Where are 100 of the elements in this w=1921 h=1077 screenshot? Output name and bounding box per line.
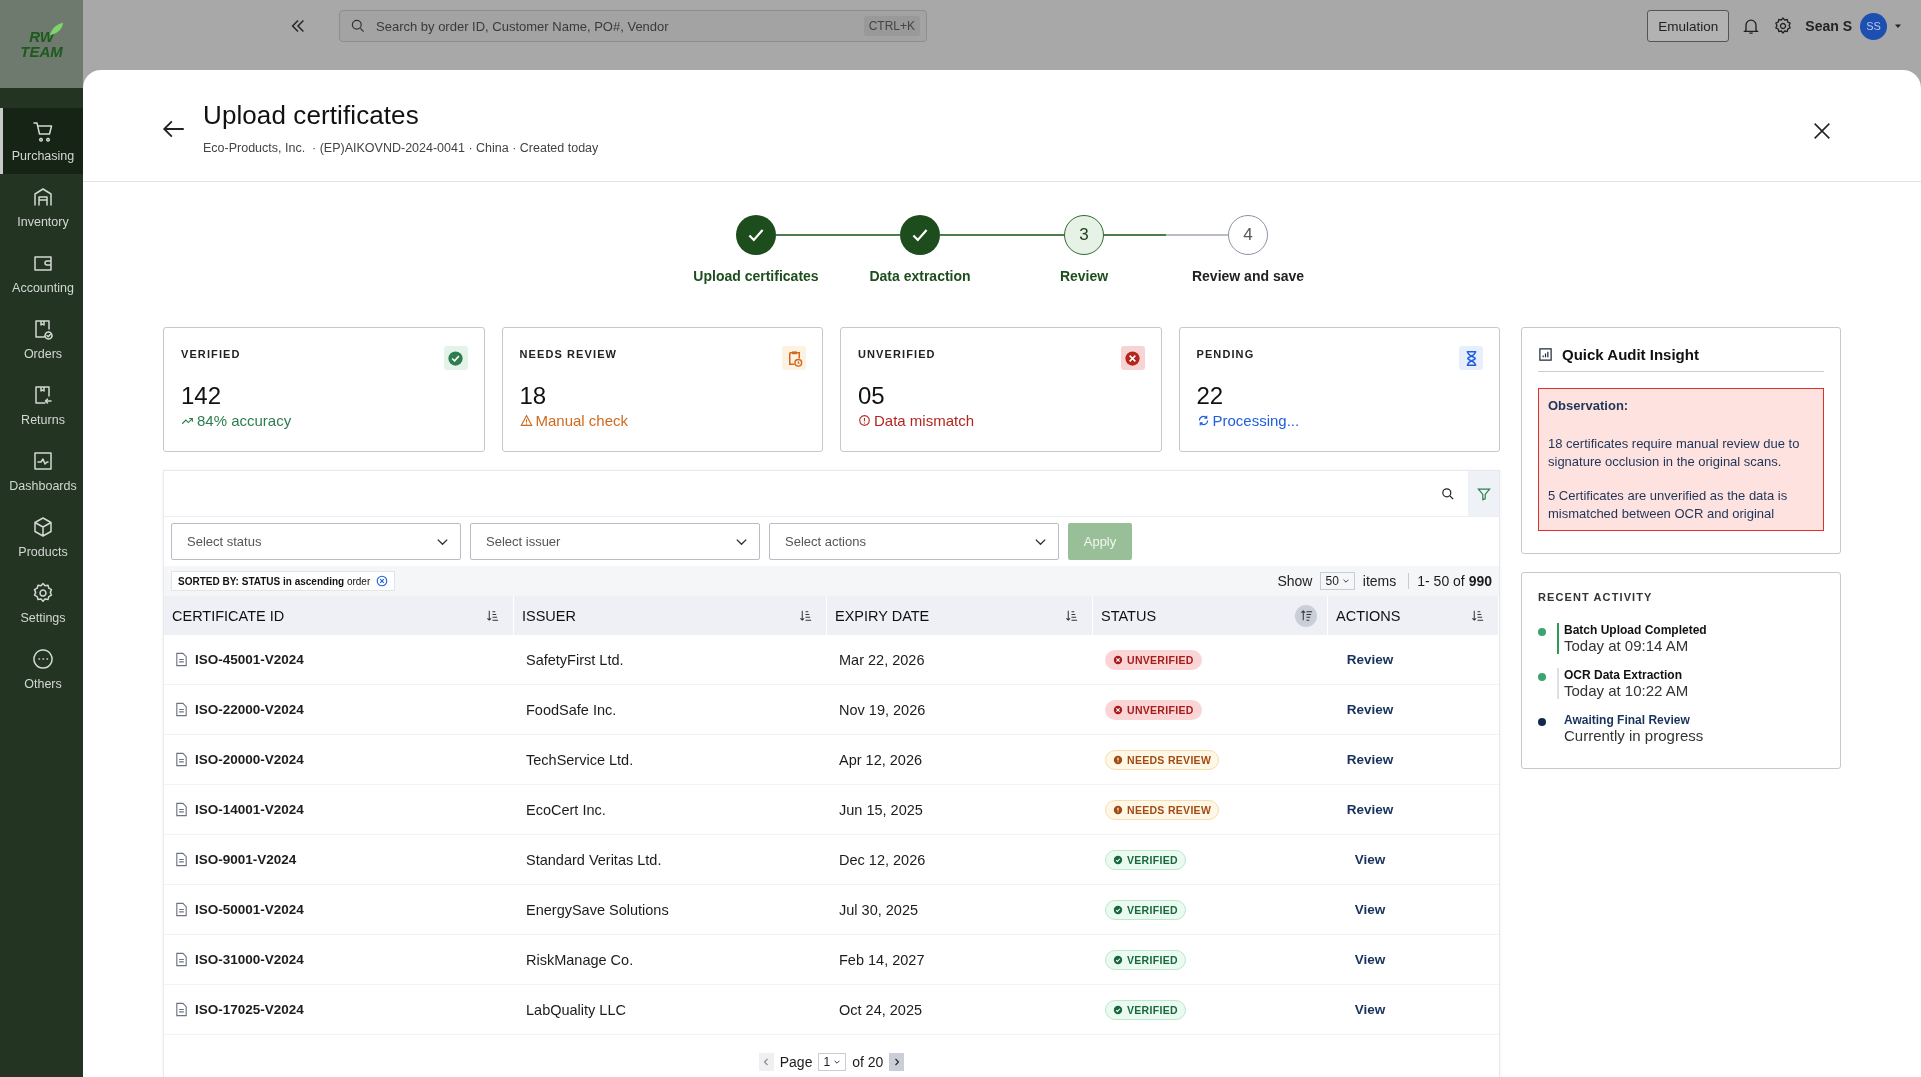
- user-name[interactable]: Sean S: [1805, 18, 1852, 34]
- table-cell: Jul 30, 2025: [839, 901, 918, 918]
- shortcut-hint: CTRL+K: [863, 16, 920, 36]
- document-icon: [174, 952, 189, 967]
- page-size-select[interactable]: 50: [1320, 572, 1355, 590]
- certificate-id: ISO-9001-V2024: [195, 852, 297, 867]
- sync-icon: [1196, 414, 1210, 427]
- activity-time: Currently in progress: [1564, 727, 1704, 744]
- sidebar-item[interactable]: Products: [0, 504, 83, 570]
- column-header[interactable]: EXPIRY DATE: [835, 607, 930, 624]
- row-action-link[interactable]: View: [1328, 952, 1412, 967]
- column-header[interactable]: CERTIFICATE ID: [172, 607, 285, 624]
- sidebar-item[interactable]: Accounting: [0, 240, 83, 306]
- search-input[interactable]: Search by order ID, Customer Name, PO#, Vendor: [374, 17, 856, 35]
- hourglass-icon: [1459, 346, 1483, 370]
- card-value: 05: [858, 382, 886, 410]
- certificate-id: ISO-45001-V2024: [195, 652, 304, 667]
- close-icon[interactable]: [1811, 120, 1833, 142]
- card-value: 142: [181, 382, 223, 410]
- page-size-label: items: [1362, 573, 1397, 589]
- row-action-link[interactable]: Review: [1328, 752, 1412, 767]
- sort-label: SORTED BY: STATUS in ascending order: [178, 575, 371, 587]
- table-cell: Apr 12, 2026: [839, 751, 923, 768]
- table-cell: Mar 22, 2026: [839, 651, 925, 668]
- emulation-button[interactable]: Emulation: [1647, 10, 1730, 42]
- card-title: VERIFIED: [181, 348, 241, 360]
- row-action-link[interactable]: View: [1328, 1002, 1412, 1017]
- page-label: Page: [779, 1054, 813, 1070]
- user-avatar[interactable]: SS: [1860, 12, 1887, 40]
- clipboard-clock-icon: [782, 346, 806, 370]
- filter-dropdown[interactable]: Select status: [171, 523, 461, 560]
- sort-icon[interactable]: [1295, 604, 1317, 627]
- step-label: Review and save: [1191, 268, 1305, 284]
- chart-icon: [31, 449, 55, 473]
- row-action-link[interactable]: Review: [1328, 652, 1412, 667]
- certificate-id: ISO-17025-V2024: [195, 1002, 304, 1017]
- sidebar-item[interactable]: Purchasing: [0, 108, 83, 174]
- chevron-down-icon: [1341, 577, 1350, 585]
- status-badge: NEEDS REVIEW: [1105, 799, 1220, 820]
- panel-title: RECENT ACTIVITY: [1538, 591, 1654, 603]
- sidebar-item[interactable]: Dashboards: [0, 438, 83, 504]
- table-cell: SafetyFirst Ltd.: [526, 651, 624, 668]
- activity-title: Awaiting Final Review: [1564, 713, 1691, 727]
- search-icon: [350, 18, 366, 34]
- sidebar-item[interactable]: Inventory: [0, 174, 83, 240]
- table-cell: RiskManage Co.: [526, 951, 634, 968]
- activity-title: OCR Data Extraction: [1564, 668, 1684, 682]
- row-action-link[interactable]: Review: [1328, 702, 1412, 717]
- clear-sort-icon[interactable]: [376, 575, 389, 587]
- panel-title: Quick Audit Insight: [1562, 346, 1699, 363]
- certificate-id: ISO-20000-V2024: [195, 752, 304, 767]
- activity-time: Today at 10:22 AM: [1564, 682, 1689, 699]
- step-indicator: 4: [1228, 215, 1268, 255]
- page-size-label: Show: [1277, 573, 1313, 589]
- status-badge: NEEDS REVIEW: [1105, 749, 1220, 770]
- certificate-id: ISO-22000-V2024: [195, 702, 304, 717]
- sidebar-item[interactable]: Returns: [0, 372, 83, 438]
- document-icon: [174, 852, 189, 867]
- document-icon: [174, 702, 189, 717]
- filter-dropdown[interactable]: Select actions: [769, 523, 1059, 560]
- column-header[interactable]: ISSUER: [522, 607, 576, 624]
- settings-icon[interactable]: [1773, 16, 1794, 36]
- document-icon: [174, 802, 189, 817]
- row-action-link[interactable]: View: [1328, 902, 1412, 917]
- modal-subtitle: Eco-Products, Inc. · (EP)AIKOVND-2024-0041 · China · Created today: [203, 141, 600, 155]
- card-title: PENDING: [1196, 348, 1255, 360]
- card-note: Data mismatch: [858, 412, 1145, 429]
- column-header[interactable]: ACTIONS: [1336, 607, 1401, 624]
- row-action-link[interactable]: View: [1328, 852, 1412, 867]
- collapse-icon[interactable]: [289, 17, 307, 35]
- column-header[interactable]: STATUS: [1101, 607, 1157, 624]
- previous-page-button[interactable]: [758, 1053, 774, 1071]
- chevron-down-icon: [833, 1058, 842, 1066]
- step-indicator: 3: [1064, 215, 1104, 255]
- search-icon[interactable]: [1440, 485, 1456, 502]
- sidebar-item[interactable]: Orders: [0, 306, 83, 372]
- cube-icon: [31, 515, 55, 539]
- card-title: NEEDS REVIEW: [519, 348, 618, 360]
- sidebar-item[interactable]: Settings: [0, 570, 83, 636]
- document-icon: [174, 652, 189, 667]
- observation-title: Observation:: [1548, 398, 1630, 413]
- modal-title: Upload certificates: [203, 100, 420, 131]
- row-action-link[interactable]: Review: [1328, 802, 1412, 817]
- table-cell: TechService Ltd.: [526, 751, 634, 768]
- document-icon: [174, 752, 189, 767]
- sidebar-item[interactable]: Others: [0, 636, 83, 702]
- step-label: Review: [1059, 268, 1109, 284]
- warehouse-icon: [31, 185, 55, 209]
- activity-title: Batch Upload Completed: [1564, 623, 1707, 637]
- card-note: Manual check: [519, 412, 806, 429]
- observation-text: 18 certificates require manual review due to signature occlusion in the original scans.: [1548, 435, 1801, 471]
- next-page-button[interactable]: [889, 1053, 905, 1071]
- document-icon: [174, 1002, 189, 1017]
- table-cell: EnergySave Solutions: [526, 901, 669, 918]
- filter-icon[interactable]: [1468, 471, 1499, 516]
- card-note: Processing...: [1196, 412, 1483, 429]
- filter-dropdown[interactable]: Select issuer: [470, 523, 760, 560]
- page-select[interactable]: 1: [818, 1053, 847, 1071]
- activity-time: Today at 09:14 AM: [1564, 637, 1690, 654]
- page-total: of 20: [852, 1054, 884, 1070]
